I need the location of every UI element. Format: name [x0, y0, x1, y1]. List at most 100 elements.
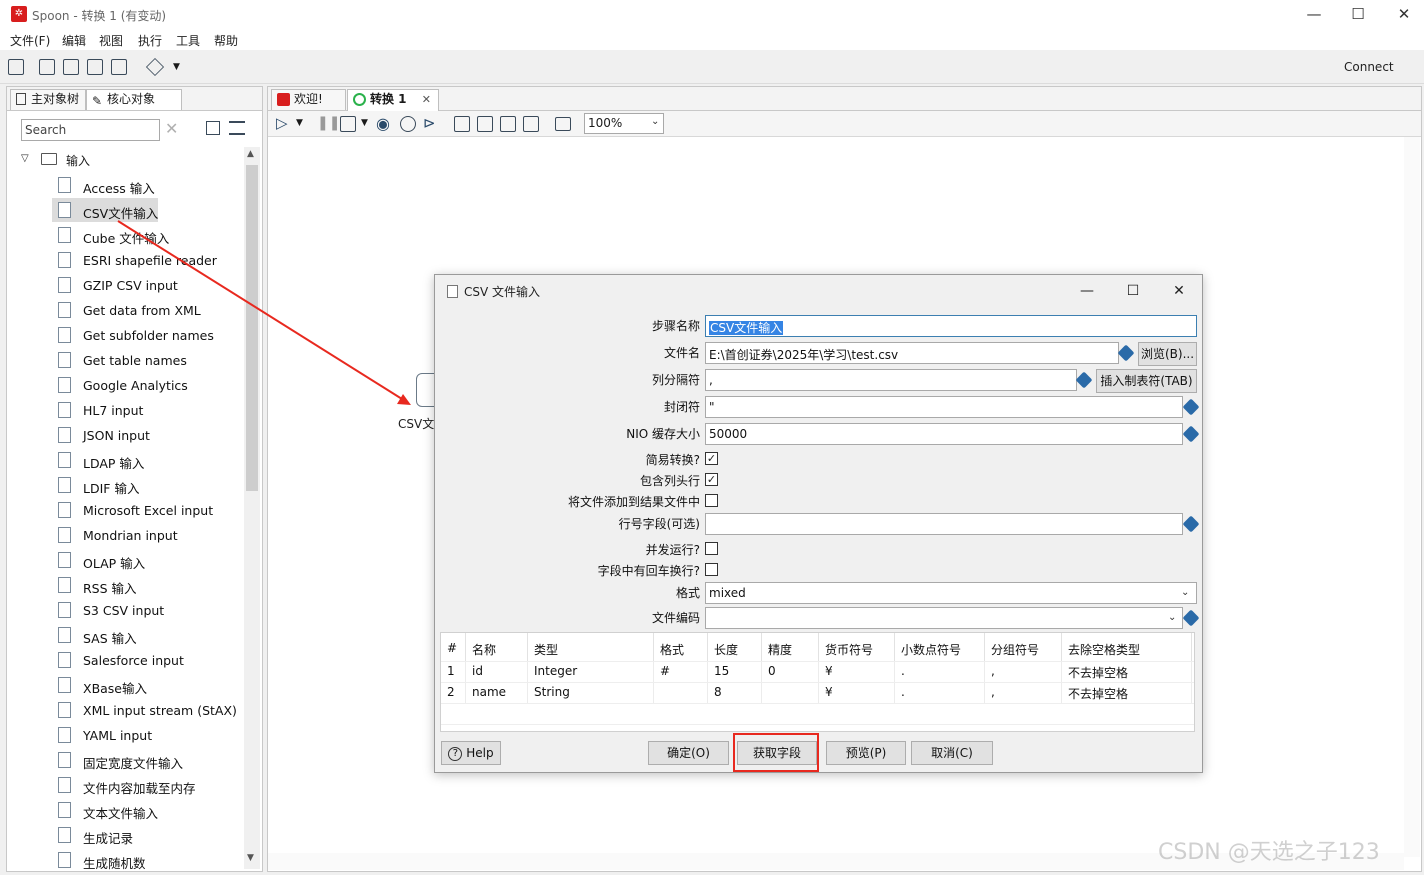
table-header[interactable]: 货币符号	[819, 633, 895, 661]
tab-main-tree[interactable]: 主对象树	[10, 89, 86, 110]
enclosure-input[interactable]: "	[705, 396, 1183, 418]
tree-item[interactable]: Get subfolder names	[52, 323, 247, 347]
tree-item[interactable]: GZIP CSV input	[52, 273, 247, 297]
variable-icon[interactable]	[1182, 515, 1200, 533]
menu-file[interactable]: 文件(F)	[10, 32, 50, 49]
tree-item[interactable]: HL7 input	[52, 398, 247, 422]
format-select[interactable]: mixed	[705, 582, 1197, 604]
table-cell[interactable]: 不去掉空格	[1062, 661, 1192, 682]
tree-item[interactable]: RSS 输入	[52, 573, 247, 597]
tree-item[interactable]: JSON input	[52, 423, 247, 447]
cancel-button[interactable]: 取消(C)	[911, 741, 993, 765]
dialog-minimize-button[interactable]: —	[1077, 281, 1097, 301]
canvas-vertical-scrollbar[interactable]	[1404, 137, 1420, 857]
table-cell[interactable]: String	[528, 682, 654, 703]
table-header[interactable]: 小数点符号	[895, 633, 985, 661]
fields-table[interactable]: # 名称 类型 格式 长度 精度 货币符号 小数点符号 分组符号 去除空格类型 1 id Intege…	[440, 632, 1195, 732]
table-cell[interactable]: .	[895, 682, 985, 703]
table-cell[interactable]: ,	[985, 661, 1062, 682]
table-cell[interactable]: 2	[441, 682, 466, 703]
save-icon[interactable]	[87, 59, 103, 75]
rownum-field-input[interactable]	[705, 513, 1183, 535]
table-cell[interactable]: 8	[708, 682, 762, 703]
tree-root-label[interactable]: 输入	[66, 152, 90, 169]
tree-item[interactable]: Access 输入	[52, 173, 247, 197]
minimize-button[interactable]: —	[1304, 4, 1324, 24]
header-row-checkbox[interactable]: ✓	[705, 473, 718, 486]
table-header[interactable]: 精度	[762, 633, 819, 661]
new-file-icon[interactable]	[8, 59, 24, 75]
tree-item[interactable]: Get data from XML	[52, 298, 247, 322]
tree-item[interactable]: Google Analytics	[52, 373, 247, 397]
tab-core-objects[interactable]: ✎ 核心对象	[86, 89, 182, 110]
tree-item[interactable]: OLAP 输入	[52, 548, 247, 572]
delimiter-input[interactable]: ,	[705, 369, 1077, 391]
tab-welcome[interactable]: 欢迎!	[271, 89, 346, 110]
tree-item[interactable]: Cube 文件输入	[52, 223, 247, 247]
tree-item[interactable]: 文件内容加载至内存	[52, 773, 247, 797]
tree-item[interactable]: Salesforce input	[52, 648, 247, 672]
table-cell[interactable]: id	[466, 661, 528, 682]
explore-db-icon[interactable]	[523, 116, 539, 132]
replay-icon[interactable]: ⊳	[423, 114, 436, 132]
chevron-down-icon[interactable]: ⌄	[1168, 612, 1176, 623]
table-cell[interactable]: name	[466, 682, 528, 703]
table-cell[interactable]: Integer	[528, 661, 654, 682]
newline-checkbox[interactable]	[705, 563, 718, 576]
ok-button[interactable]: 确定(O)	[648, 741, 729, 765]
layers-icon[interactable]	[145, 57, 165, 77]
menu-edit[interactable]: 编辑	[62, 32, 86, 49]
menu-help[interactable]: 帮助	[214, 32, 238, 49]
chevron-down-icon[interactable]: ▽	[21, 153, 31, 164]
chevron-down-icon[interactable]: ⌄	[651, 116, 659, 127]
verify-icon[interactable]	[454, 116, 470, 132]
tree-item[interactable]: LDIF 输入	[52, 473, 247, 497]
chevron-down-icon[interactable]: ▼	[361, 118, 368, 128]
scroll-down-icon[interactable]: ▼	[247, 853, 254, 863]
collapse-all-icon[interactable]	[229, 121, 245, 135]
table-header[interactable]: #	[441, 633, 466, 661]
parallel-checkbox[interactable]	[705, 542, 718, 555]
table-cell[interactable]: .	[895, 661, 985, 682]
run-icon[interactable]: ▷	[276, 114, 288, 132]
menu-tools[interactable]: 工具	[176, 32, 200, 49]
tab-transformation-1[interactable]: 转换 1 ✕	[347, 89, 439, 111]
help-button[interactable]: ? Help	[441, 741, 501, 765]
debug-icon[interactable]	[400, 116, 416, 132]
tree-item[interactable]: S3 CSV input	[52, 598, 247, 622]
open-file-icon[interactable]	[39, 59, 55, 75]
tree-item[interactable]: XML input stream (StAX)	[52, 698, 247, 722]
tree-item[interactable]: ESRI shapefile reader	[52, 248, 247, 272]
connect-button[interactable]: Connect	[1344, 60, 1394, 74]
tree-item[interactable]: 生成记录	[52, 823, 247, 847]
variable-icon[interactable]	[1182, 609, 1200, 627]
table-cell[interactable]: #	[654, 661, 708, 682]
tree-item[interactable]: 固定宽度文件输入	[52, 748, 247, 772]
tree-item[interactable]: Microsoft Excel input	[52, 498, 247, 522]
tree-item[interactable]: YAML input	[52, 723, 247, 747]
tree-item[interactable]: 文本文件输入	[52, 798, 247, 822]
table-header[interactable]: 名称	[466, 633, 528, 661]
table-cell[interactable]	[654, 682, 708, 703]
table-cell[interactable]: ¥	[819, 661, 895, 682]
table-cell[interactable]: ¥	[819, 682, 895, 703]
table-header[interactable]: 去除空格类型	[1062, 633, 1192, 661]
table-cell[interactable]	[762, 682, 819, 703]
tree-item[interactable]: Mondrian input	[52, 523, 247, 547]
dialog-close-button[interactable]: ✕	[1169, 281, 1189, 301]
impact-icon[interactable]	[477, 116, 493, 132]
scroll-up-icon[interactable]: ▲	[247, 149, 254, 159]
insert-tab-button[interactable]: 插入制表符(TAB)	[1096, 369, 1197, 393]
sql-icon[interactable]	[500, 116, 516, 132]
tree-item[interactable]: Get table names	[52, 348, 247, 372]
variable-icon[interactable]	[1117, 344, 1135, 362]
table-cell[interactable]: ,	[985, 682, 1062, 703]
close-tab-icon[interactable]: ✕	[422, 90, 431, 109]
step-name-input[interactable]: CSV文件输入	[705, 315, 1197, 337]
stop-icon[interactable]	[340, 116, 356, 132]
table-cell[interactable]: 0	[762, 661, 819, 682]
scrollbar-thumb[interactable]	[246, 165, 258, 491]
tree-item[interactable]: LDAP 输入	[52, 448, 247, 472]
maximize-button[interactable]: ☐	[1348, 4, 1368, 24]
chevron-down-icon[interactable]: ▼	[173, 62, 180, 72]
